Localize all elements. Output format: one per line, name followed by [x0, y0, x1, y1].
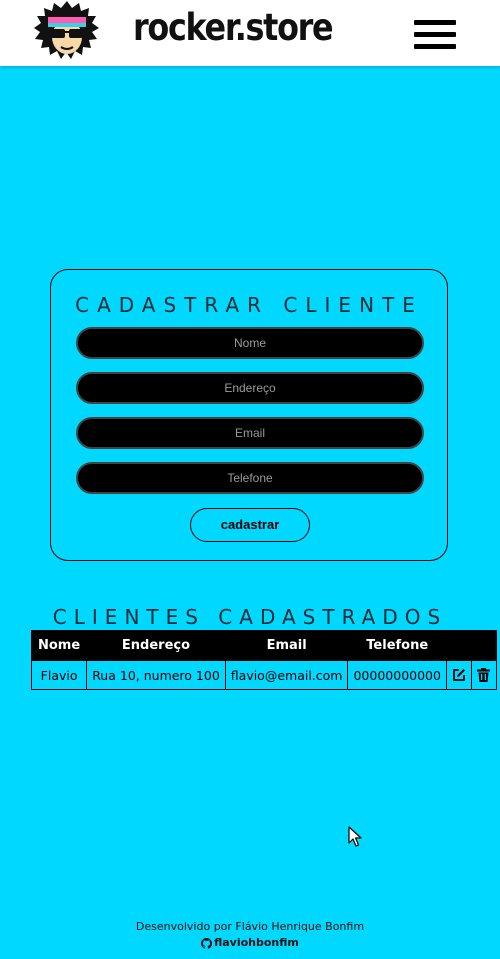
table-row: Flavio Rua 10, numero 100 flavio@email.c…	[30, 660, 497, 690]
page-footer: Desenvolvido por Flávio Henrique Bonfim …	[0, 919, 500, 954]
register-client-form: CADASTRAR CLIENTE cadastrar	[50, 269, 448, 561]
address-input[interactable]	[76, 372, 424, 404]
clients-list-title: CLIENTES CADASTRADOS	[52, 605, 448, 629]
clients-table: Nome Endereço Email Telefone Flavio Rua …	[30, 630, 497, 690]
phone-input[interactable]	[76, 462, 424, 494]
column-header-phone: Telefone	[347, 630, 447, 661]
github-link[interactable]: flaviohbonfim	[201, 935, 299, 951]
table-header-row: Nome Endereço Email Telefone	[30, 630, 497, 661]
delete-button[interactable]	[470, 660, 497, 690]
column-header-actions	[445, 630, 497, 661]
brand-name: rocker.store	[133, 6, 334, 49]
cell-name: Flavio	[30, 660, 88, 690]
cell-email: flavio@email.com	[224, 660, 349, 690]
github-icon	[201, 937, 213, 949]
name-input[interactable]	[76, 327, 424, 359]
cell-address: Rua 10, numero 100	[86, 660, 226, 690]
app-header: rocker.store	[0, 0, 500, 66]
rocker-avatar-icon	[34, 1, 99, 59]
mouse-cursor-icon	[348, 826, 362, 847]
brand-logo[interactable]: rocker.store	[34, 0, 334, 62]
github-username: flaviohbonfim	[214, 936, 299, 949]
edit-button[interactable]	[445, 660, 472, 690]
column-header-address: Endereço	[86, 630, 226, 661]
hamburger-menu-icon[interactable]	[414, 20, 456, 50]
edit-icon	[453, 669, 465, 681]
register-button[interactable]: cadastrar	[190, 508, 310, 542]
cell-phone: 00000000000	[347, 660, 447, 690]
email-input[interactable]	[76, 417, 424, 449]
footer-credit: Desenvolvido por Flávio Henrique Bonfim	[135, 920, 365, 933]
column-header-email: Email	[224, 630, 349, 661]
column-header-name: Nome	[30, 630, 88, 661]
trash-icon	[477, 668, 491, 682]
form-title: CADASTRAR CLIENTE	[75, 293, 423, 317]
